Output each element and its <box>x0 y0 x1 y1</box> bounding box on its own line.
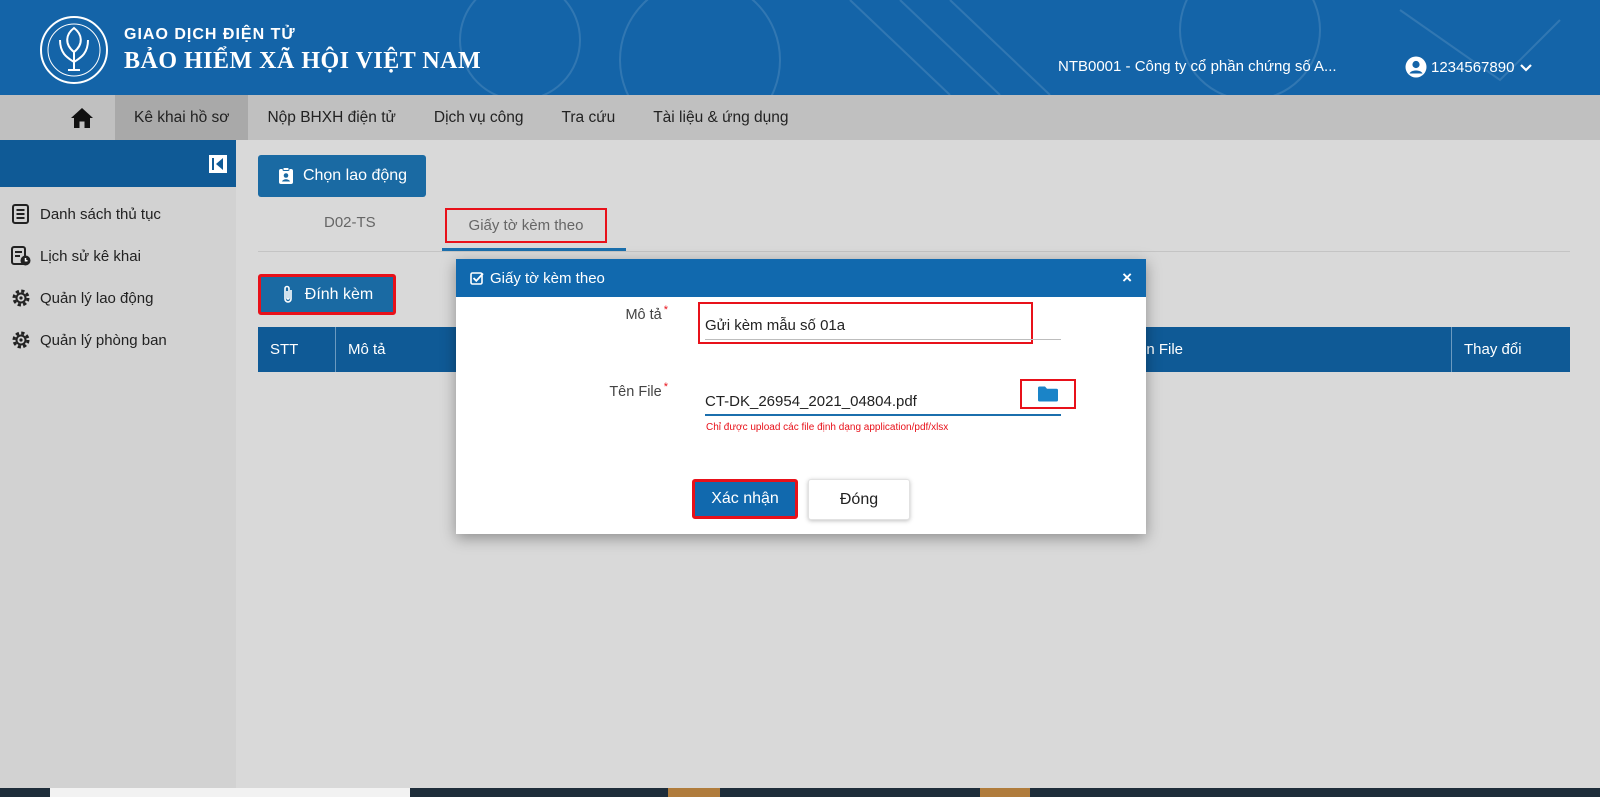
chon-lao-dong-button[interactable]: Chọn lao động <box>258 155 426 197</box>
gear-icon <box>12 331 30 349</box>
dialog-header: Giấy tờ kèm theo × <box>456 259 1146 297</box>
required-marker: * <box>663 381 668 393</box>
tab-d02-ts[interactable]: D02-TS <box>324 214 376 231</box>
attachment-dialog: Giấy tờ kèm theo × Mô tả* Tên File* Chỉ … <box>456 259 1146 534</box>
ten-file-input[interactable] <box>705 388 1061 416</box>
close-button[interactable]: Đóng <box>808 479 910 520</box>
sidebar-item-label: Quản lý lao động <box>40 289 154 307</box>
home-icon <box>70 107 93 128</box>
id-card-icon <box>278 167 293 184</box>
sidebar-item-label: Danh sách thủ tục <box>40 205 161 223</box>
column-header-thay-doi: Thay đổi <box>1451 327 1570 372</box>
taskbar-app[interactable] <box>980 788 1030 797</box>
dinh-kem-button[interactable]: Đính kèm <box>258 274 396 315</box>
brand-title: BẢO HIỂM XÃ HỘI VIỆT NAM <box>124 48 482 74</box>
history-icon <box>11 246 31 266</box>
vss-logo-icon[interactable] <box>38 14 110 86</box>
nav-tra-cuu[interactable]: Tra cứu <box>542 95 634 140</box>
mo-ta-label-text: Mô tả <box>625 306 662 323</box>
sidebar-item-label: Quản lý phòng ban <box>40 331 167 349</box>
chevron-down-icon <box>1520 64 1533 72</box>
nav-ke-khai-ho-so[interactable]: Kê khai hồ sơ <box>115 95 249 140</box>
close-icon[interactable]: × <box>1122 269 1132 286</box>
folder-icon <box>1038 386 1058 402</box>
brand-subtitle: GIAO DỊCH ĐIỆN TỬ <box>124 26 296 43</box>
taskbar-search[interactable] <box>50 788 410 797</box>
user-avatar-icon <box>1405 56 1427 78</box>
nav-home[interactable] <box>0 95 115 140</box>
app-header: GIAO DỊCH ĐIỆN TỬ BẢO HIỂM XÃ HỘI VIỆT N… <box>0 0 1600 95</box>
active-tab-indicator <box>442 248 626 251</box>
sidebar-header <box>0 140 236 187</box>
document-list-icon <box>12 204 29 224</box>
user-menu[interactable]: 1234567890 <box>1405 56 1534 78</box>
nav-dich-vu-cong[interactable]: Dịch vụ công <box>415 95 543 140</box>
sidebar-item-lich-su-ke-khai[interactable]: Lịch sử kê khai <box>0 235 236 277</box>
collapse-sidebar-icon[interactable] <box>208 154 228 174</box>
company-name[interactable]: NTB0001 - Công ty cổ phần chứng số A... <box>1058 58 1337 75</box>
taskbar-app[interactable] <box>668 788 720 797</box>
gear-icon <box>12 289 30 307</box>
tab-giay-to-kem-theo[interactable]: Giấy tờ kèm theo <box>445 208 607 243</box>
sidebar-item-label: Lịch sử kê khai <box>40 247 141 265</box>
main-nav: Kê khai hồ sơ Nộp BHXH điện tử Dịch vụ c… <box>0 95 1600 140</box>
sidebar-item-danh-sach-thu-tuc[interactable]: Danh sách thủ tục <box>0 193 236 235</box>
column-header-mo-ta: Mô tả <box>348 341 386 358</box>
column-header-stt: STT <box>258 327 336 372</box>
file-format-hint: Chỉ được upload các file định dạng appli… <box>706 422 949 433</box>
ten-file-label: Tên File * <box>609 381 668 400</box>
mo-ta-label: Mô tả * <box>625 304 668 323</box>
nav-tai-lieu[interactable]: Tài liệu & ứng dụng <box>634 95 807 140</box>
mo-ta-input[interactable] <box>705 312 1061 340</box>
confirm-button[interactable]: Xác nhận <box>692 479 798 519</box>
required-marker: * <box>663 304 668 316</box>
user-id: 1234567890 <box>1431 58 1515 76</box>
tab-divider <box>258 251 1570 252</box>
dinh-kem-label: Đính kèm <box>304 285 374 303</box>
chon-lao-dong-label: Chọn lao động <box>302 167 408 184</box>
dialog-title: Giấy tờ kèm theo <box>490 269 605 287</box>
paperclip-icon <box>283 285 292 303</box>
browse-file-button[interactable] <box>1020 379 1076 409</box>
sidebar-item-quan-ly-phong-ban[interactable]: Quản lý phòng ban <box>0 319 236 361</box>
ten-file-label-text: Tên File <box>609 383 662 400</box>
sidebar-item-quan-ly-lao-dong[interactable]: Quản lý lao động <box>0 277 236 319</box>
os-taskbar <box>0 788 1600 797</box>
checkbox-icon <box>470 272 484 285</box>
nav-nop-bhxh[interactable]: Nộp BHXH điện tử <box>248 95 414 140</box>
sidebar: Danh sách thủ tục Lịch sử kê khai Quản l… <box>0 140 236 791</box>
